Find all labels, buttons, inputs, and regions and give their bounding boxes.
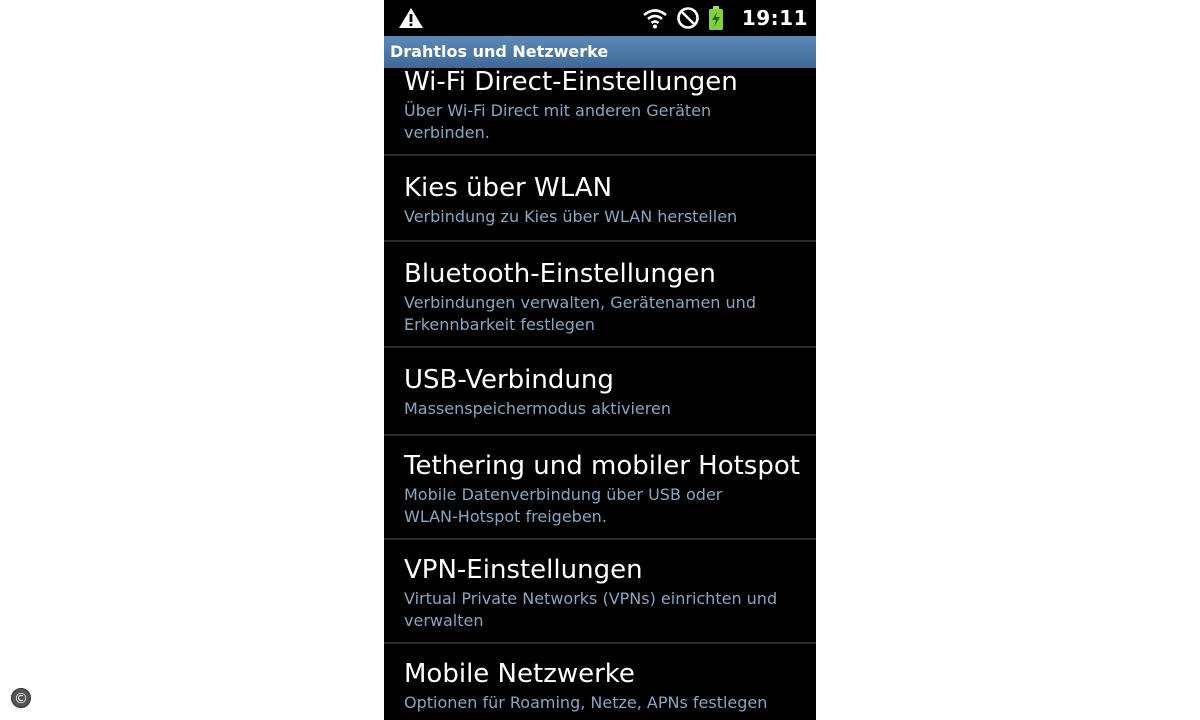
blocked-icon [677, 7, 699, 29]
settings-list: Wi-Fi Direct-Einstellungen Über Wi-Fi Di… [384, 60, 816, 720]
warning-icon[interactable] [398, 7, 424, 29]
settings-item-summary: Virtual Private Networks (VPNs) einricht… [404, 589, 778, 630]
status-icons: 19:11 [642, 4, 808, 32]
settings-item-summary: Verbindung zu Kies über WLAN herstellen [404, 207, 738, 226]
settings-item-mobile-networks[interactable]: Mobile Netzwerke Optionen für Roaming, N… [384, 644, 816, 720]
copyright-icon: © [11, 688, 31, 708]
status-bar: 19:11 [384, 0, 816, 36]
settings-item-title: Kies über WLAN [404, 173, 613, 203]
settings-item-bluetooth[interactable]: Bluetooth-Einstellungen Verbindungen ver… [384, 242, 816, 348]
settings-item-title: Mobile Netzwerke [404, 659, 635, 689]
status-time: 19:11 [741, 6, 808, 30]
settings-item-tethering[interactable]: Tethering und mobiler Hotspot Mobile Dat… [384, 436, 816, 540]
settings-item-summary: Optionen für Roaming, Netze, APNs festle… [404, 693, 768, 712]
settings-item-title: USB-Verbindung [404, 365, 614, 395]
settings-item-title: Wi-Fi Direct-Einstellungen [404, 67, 738, 97]
settings-item-kies-wlan[interactable]: Kies über WLAN Verbindung zu Kies über W… [384, 156, 816, 242]
settings-item-summary: Mobile Datenverbindung über USB oder WLA… [404, 485, 723, 526]
settings-item-wifi-direct[interactable]: Wi-Fi Direct-Einstellungen Über Wi-Fi Di… [384, 60, 816, 156]
page-title: Drahtlos und Netzwerke [384, 36, 816, 68]
phone-screen: 19:11 Drahtlos und Netzwerke Wi-Fi Direc… [384, 0, 816, 720]
settings-item-usb[interactable]: USB-Verbindung Massenspeichermodus aktiv… [384, 348, 816, 436]
settings-item-summary: Massenspeichermodus aktivieren [404, 399, 671, 418]
settings-item-summary: Verbindungen verwalten, Gerätenamen und … [404, 293, 756, 334]
battery-icon [708, 6, 723, 30]
settings-item-title: Tethering und mobiler Hotspot [404, 451, 800, 481]
wifi-icon [643, 9, 667, 29]
settings-item-vpn[interactable]: VPN-Einstellungen Virtual Private Networ… [384, 540, 816, 644]
settings-item-title: VPN-Einstellungen [404, 555, 643, 585]
settings-item-summary: Über Wi-Fi Direct mit anderen Geräten ve… [404, 101, 712, 142]
settings-item-title: Bluetooth-Einstellungen [404, 259, 716, 289]
